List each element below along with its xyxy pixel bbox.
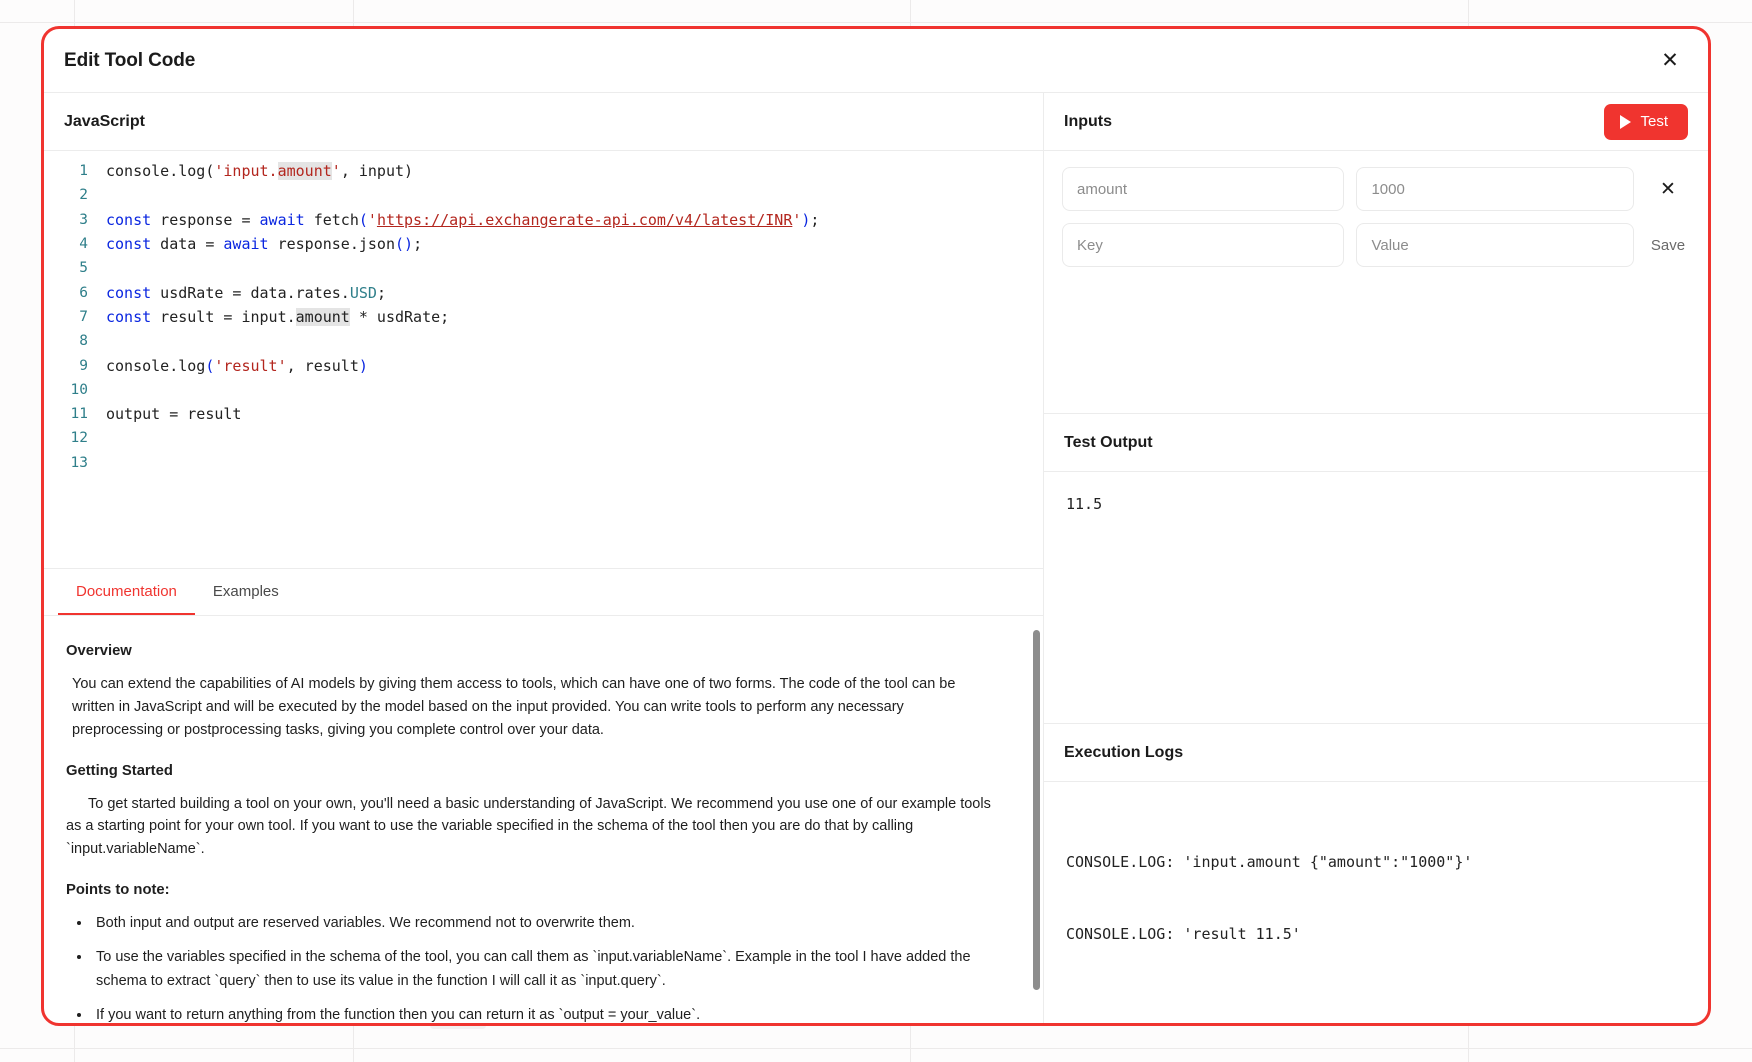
overview-heading: Overview [66,643,132,659]
test-output-title: Test Output [1064,433,1153,451]
modal-body: JavaScript 1 console.log('input.amount', … [44,93,1708,1023]
code-line: 5 [44,256,1043,280]
inputs-title: Inputs [1064,112,1112,130]
test-output-header: Test Output [1044,414,1708,472]
test-output-section: Test Output 11.5 [1044,413,1708,723]
log-line: CONSOLE.LOG: 'result 11.5' [1066,925,1301,943]
line-number: 6 [79,284,88,301]
doc-tabs: Documentation Examples [44,568,1043,616]
log-line: CONSOLE.LOG: 'input.amount {"amount":"10… [1066,853,1473,871]
documentation-scrollbar[interactable] [1033,630,1040,990]
input-key-field[interactable] [1062,167,1345,211]
list-item: If you want to return anything from the … [92,1004,997,1023]
list-item: Both input and output are reserved varia… [92,912,997,935]
code-panel: JavaScript 1 console.log('input.amount', … [44,93,1044,1023]
close-icon[interactable]: ✕ [1656,47,1684,75]
tab-examples[interactable]: Examples [195,569,297,615]
code-text: const response = await fetch('https://ap… [106,210,820,229]
input-row: ✕ [1062,167,1690,211]
new-key-input[interactable] [1062,223,1345,267]
getting-started-heading: Getting Started [66,762,173,779]
play-icon [1620,114,1632,129]
code-text: const data = await response.json(); [106,235,423,254]
code-text: output = result [106,405,242,424]
inputs-header: Inputs Test [1044,93,1708,151]
input-value-field[interactable] [1356,167,1634,211]
edit-tool-code-modal: Edit Tool Code ✕ JavaScript 1 console.log… [41,26,1711,1026]
getting-started-body: To get started building a tool on your o… [66,795,991,858]
code-panel-header: JavaScript [44,93,1043,151]
new-value-input[interactable] [1356,223,1634,267]
test-button-label: Test [1640,113,1668,130]
code-line: 13 [44,451,1043,475]
save-input-button[interactable]: Save [1646,237,1690,254]
backdrop-grid-line [0,1048,1752,1049]
line-number: 11 [70,406,88,423]
code-line: 9 console.log('result', result) [44,353,1043,377]
language-label: JavaScript [64,112,145,130]
line-number: 5 [79,260,88,277]
backdrop-grid-line [0,22,1752,23]
code-line: 12 [44,426,1043,450]
line-number: 12 [70,430,88,447]
code-text: const usdRate = data.rates.USD; [106,283,386,302]
code-line: 3 const response = await fetch('https://a… [44,208,1043,232]
line-number: 7 [79,308,88,325]
code-line: 6 const usdRate = data.rates.USD; [44,280,1043,304]
test-output-value: 11.5 [1066,495,1103,513]
code-text: console.log('input.amount', input) [106,162,414,181]
inputs-form: ✕ Save [1044,151,1708,413]
code-line: 8 [44,329,1043,353]
modal-header: Edit Tool Code ✕ [44,29,1708,93]
test-button[interactable]: Test [1604,103,1688,140]
code-line: 10 [44,378,1043,402]
line-number: 10 [70,381,88,398]
execution-logs-section: Execution Logs CONSOLE.LOG: 'input.amoun… [1044,723,1708,1023]
code-line: 2 [44,183,1043,207]
code-line: 4 const data = await response.json(); [44,232,1043,256]
execution-logs-header: Execution Logs [1044,724,1708,782]
documentation-scroll-area[interactable]: Overview You can extend the capabilities… [44,616,1043,1023]
code-line: 7 const result = input.amount * usdRate; [44,305,1043,329]
line-number: 4 [79,236,88,253]
remove-input-row-icon[interactable]: ✕ [1646,178,1690,201]
points-heading: Points to note: [66,882,170,899]
code-line: 1 console.log('input.amount', input) [44,159,1043,183]
code-editor[interactable]: 1 console.log('input.amount', input) 2 3 c… [44,151,1043,568]
code-text: console.log('result', result) [106,356,368,375]
list-item: To use the variables specified in the sc… [92,946,997,992]
execution-logs-title: Execution Logs [1064,743,1184,761]
overview-body: You can extend the capabilities of AI mo… [72,675,956,738]
page-title: Edit Tool Code [64,49,196,71]
tab-documentation[interactable]: Documentation [58,569,195,615]
line-number: 2 [79,187,88,204]
code-line: 11 output = result [44,402,1043,426]
line-number: 9 [79,357,88,374]
line-number: 13 [70,454,88,471]
line-number: 3 [79,211,88,228]
line-number: 8 [79,333,88,350]
execution-logs-body: CONSOLE.LOG: 'input.amount {"amount":"10… [1044,782,1708,1014]
inputs-panel: Inputs Test ✕ Save [1044,93,1708,1023]
documentation-content: Overview You can extend the capabilities… [44,616,1043,1023]
new-input-row: Save [1062,223,1690,267]
points-list: Both input and output are reserved varia… [66,912,997,1023]
line-number: 1 [79,163,88,180]
code-text: const result = input.amount * usdRate; [106,307,450,326]
